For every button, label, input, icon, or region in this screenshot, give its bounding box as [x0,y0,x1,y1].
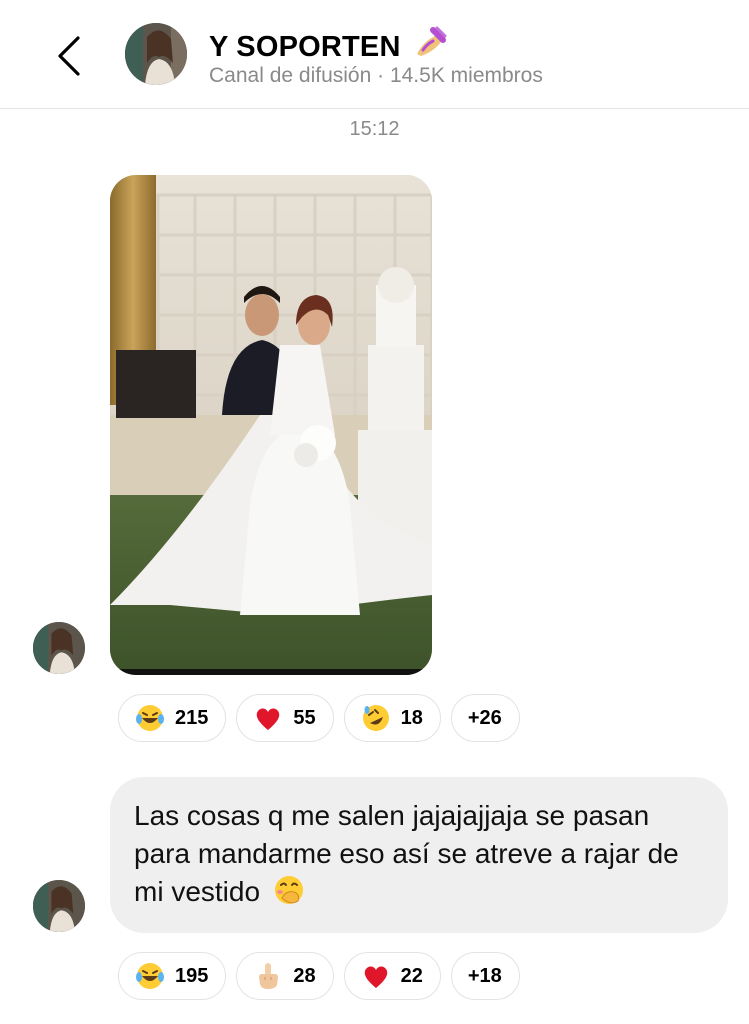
nail-polish-icon [416,26,447,56]
reaction-rolling-laughing[interactable]: 18 [343,694,441,742]
reaction-count: 55 [293,706,316,729]
hand-over-mouth-emoji-icon [274,876,303,904]
middle-finger-emoji-icon [259,963,279,989]
avatar-photo [33,622,85,674]
chevron-left-icon [58,36,80,76]
laughing-tears-emoji-icon [136,705,164,731]
channel-name[interactable]: Y SOPORTEN [209,24,447,64]
rolling-laughing-emoji-icon [362,705,389,731]
reaction-laughing[interactable]: 215 [118,694,227,742]
reaction-bar: 195 28 22 +18 [118,952,520,1000]
avatar-photo [125,23,187,85]
red-heart-emoji-icon [257,708,280,730]
avatar-photo [33,880,85,932]
reaction-more[interactable]: +18 [450,952,520,1000]
channel-avatar[interactable] [125,23,187,85]
reaction-count: 22 [400,964,423,987]
reaction-count: 215 [175,706,209,729]
sender-avatar[interactable] [33,880,85,932]
reaction-middle-finger[interactable]: 28 [236,952,334,1000]
text-message-bubble[interactable]: Las cosas q me salen jajajajjaja se pasa… [110,777,728,933]
channel-header: Y SOPORTEN Canal de difusión · 14.5K mie… [0,0,749,109]
reaction-count: 18 [400,706,423,729]
message-timestamp: 15:12 [349,118,400,140]
laughing-tears-emoji-icon [136,963,164,989]
reaction-heart[interactable]: 55 [236,694,334,742]
reaction-more-count: +18 [467,964,502,987]
reaction-bar: 215 55 18 +26 [118,694,520,742]
back-button[interactable] [50,30,90,82]
reaction-more-count: +26 [467,706,502,729]
reaction-laughing[interactable]: 195 [118,952,227,1000]
reaction-heart[interactable]: 22 [343,952,441,1000]
wedding-photo-message[interactable] [110,175,432,675]
reaction-count: 195 [175,964,209,987]
wedding-photo [110,175,432,675]
reaction-count: 28 [293,964,316,987]
channel-title: Y SOPORTEN [209,31,401,63]
message-text: Las cosas q me salen jajajajjaja se pasa… [134,800,679,907]
red-heart-emoji-icon [364,966,387,988]
channel-subtitle: Canal de difusión · 14.5K miembros [209,64,543,87]
sender-avatar[interactable] [33,622,85,674]
reaction-more[interactable]: +26 [450,694,520,742]
